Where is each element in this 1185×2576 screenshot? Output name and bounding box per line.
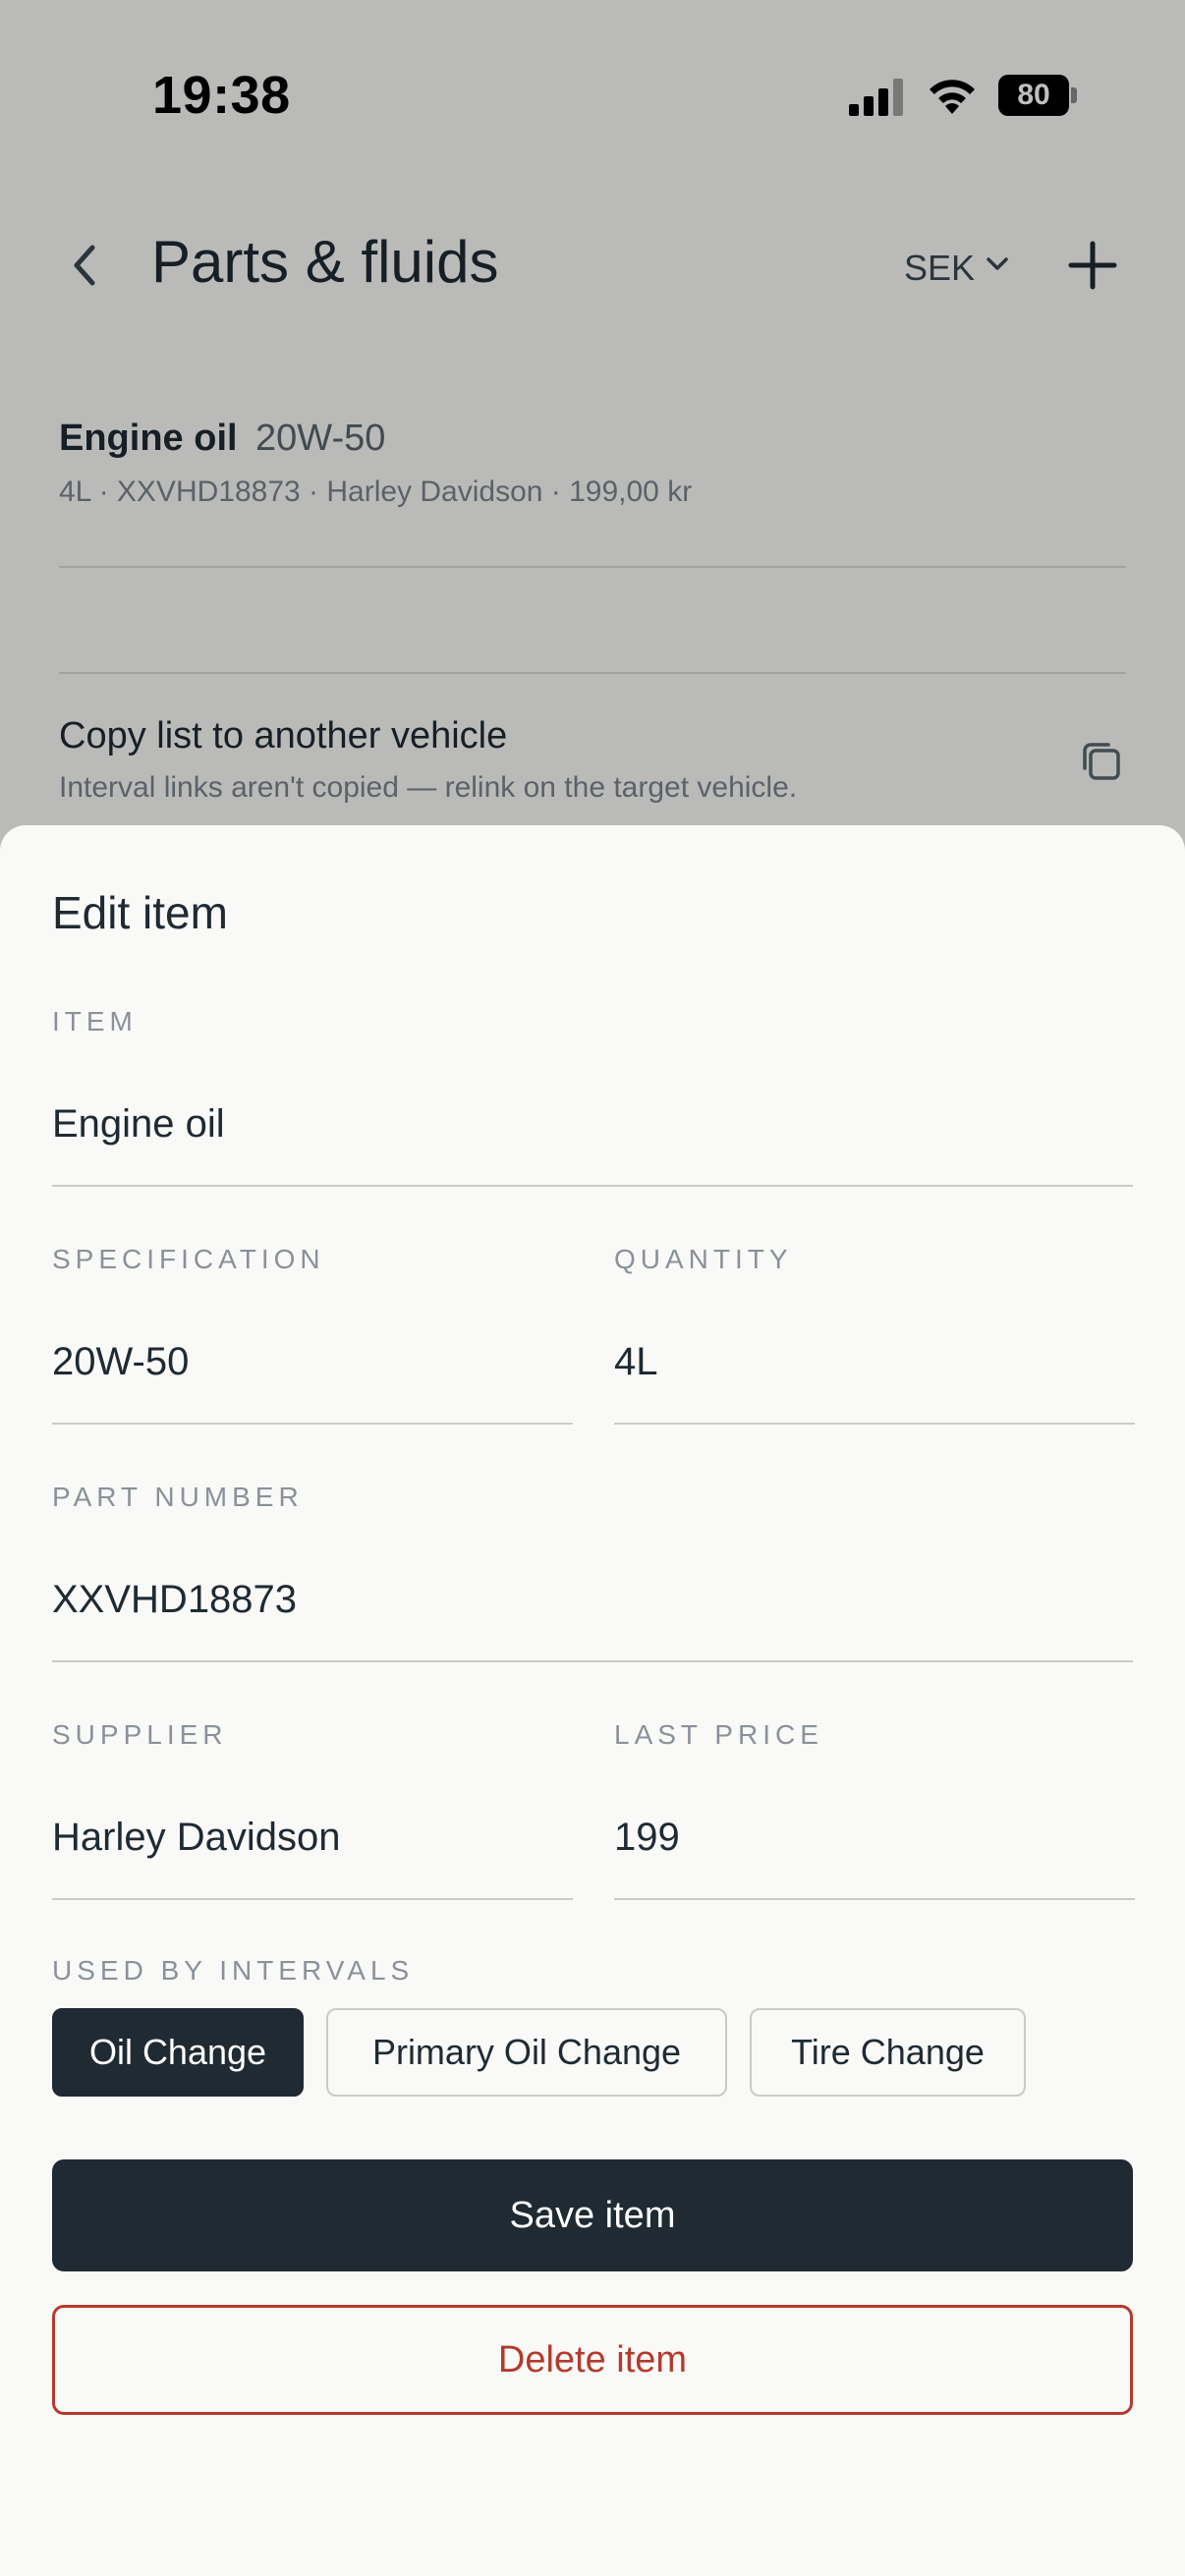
supplier-field-underline xyxy=(52,1898,573,1900)
specification-field[interactable]: 20W-50 xyxy=(52,1340,189,1384)
supplier-label: SUPPLIER xyxy=(52,1719,228,1750)
last-price-label: LAST PRICE xyxy=(614,1719,823,1750)
save-item-button[interactable]: Save item xyxy=(52,2159,1133,2271)
interval-chip-tire-change[interactable]: Tire Change xyxy=(750,2008,1026,2097)
edit-item-sheet: Edit item ITEM Engine oil SPECIFICATION … xyxy=(0,825,1185,2576)
supplier-field[interactable]: Harley Davidson xyxy=(52,1816,340,1860)
interval-chip-oil-change[interactable]: Oil Change xyxy=(52,2008,304,2097)
specification-label: SPECIFICATION xyxy=(52,1244,325,1274)
specification-field-underline xyxy=(52,1423,573,1425)
part-number-field[interactable]: XXVHD18873 xyxy=(52,1578,297,1622)
part-number-field-underline xyxy=(52,1660,1133,1662)
quantity-field[interactable]: 4L xyxy=(614,1340,658,1384)
last-price-field[interactable]: 199 xyxy=(614,1816,680,1860)
item-label: ITEM xyxy=(52,1006,138,1036)
delete-item-button[interactable]: Delete item xyxy=(52,2305,1133,2415)
quantity-field-underline xyxy=(614,1423,1135,1425)
quantity-label: QUANTITY xyxy=(614,1244,793,1274)
intervals-label: USED BY INTERVALS xyxy=(52,1955,415,1986)
interval-chip-primary-oil-change[interactable]: Primary Oil Change xyxy=(326,2008,727,2097)
part-number-label: PART NUMBER xyxy=(52,1482,304,1512)
last-price-field-underline xyxy=(614,1898,1135,1900)
sheet-title: Edit item xyxy=(52,887,228,938)
item-field-underline xyxy=(52,1185,1133,1187)
item-field[interactable]: Engine oil xyxy=(52,1102,225,1147)
